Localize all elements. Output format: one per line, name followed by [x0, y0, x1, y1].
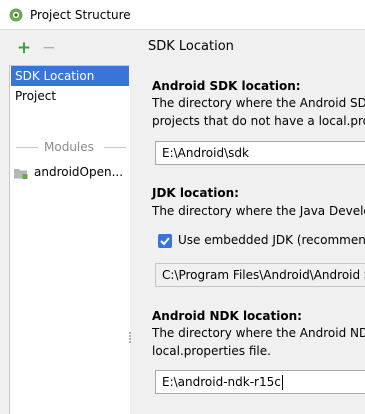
jdk-description: The directory where the Java Developi	[152, 204, 365, 218]
sidebar-list: SDK Location Project Modules androidOpen…	[9, 65, 130, 414]
sidebar-item-module[interactable]: androidOpen...	[14, 162, 128, 182]
main-panel: SDK Location Android SDK location: The d…	[131, 30, 365, 414]
modules-group-label: Modules	[44, 140, 94, 154]
android-sdk-description-line2: projects that do not have a local.prope	[152, 114, 365, 128]
android-ndk-description-line1: The directory where the Android NDK	[152, 326, 365, 340]
use-embedded-jdk-checkbox[interactable]	[158, 234, 172, 248]
android-sdk-description-line1: The directory where the Android SDK i	[152, 96, 365, 110]
module-folder-icon	[14, 169, 28, 179]
modules-group-separator: Modules	[16, 137, 126, 157]
separator-line-left	[16, 147, 38, 148]
android-ndk-description-line2: local.properties file.	[152, 344, 271, 358]
sidebar-item-project[interactable]: Project	[11, 86, 129, 106]
sidebar-panel: + − SDK Location Project Modules android…	[0, 30, 130, 414]
remove-button[interactable]: −	[41, 40, 57, 57]
android-sdk-path-input[interactable]: E:\Android\sdk	[155, 141, 365, 165]
android-ndk-path-input[interactable]: E:\android-ndk-r15c	[155, 370, 365, 394]
module-label: androidOpen...	[34, 165, 124, 179]
separator-line-right	[104, 147, 126, 148]
android-ndk-heading: Android NDK location:	[152, 309, 302, 323]
android-studio-icon	[9, 8, 23, 22]
add-button[interactable]: +	[16, 40, 32, 57]
jdk-path-input: C:\Program Files\Android\Android S	[155, 263, 365, 287]
sidebar-item-sdk-location[interactable]: SDK Location	[11, 66, 129, 86]
text-caret	[281, 375, 283, 390]
android-sdk-heading: Android SDK location:	[152, 79, 301, 93]
window-title: Project Structure	[30, 8, 131, 22]
android-ndk-path-value: E:\android-ndk-r15c	[162, 375, 281, 389]
page-title: SDK Location	[148, 39, 234, 54]
title-bar: Project Structure	[0, 0, 365, 30]
jdk-heading: JDK location:	[152, 186, 239, 200]
checkmark-icon	[160, 237, 170, 246]
use-embedded-jdk-label[interactable]: Use embedded JDK (recommende	[178, 233, 365, 247]
